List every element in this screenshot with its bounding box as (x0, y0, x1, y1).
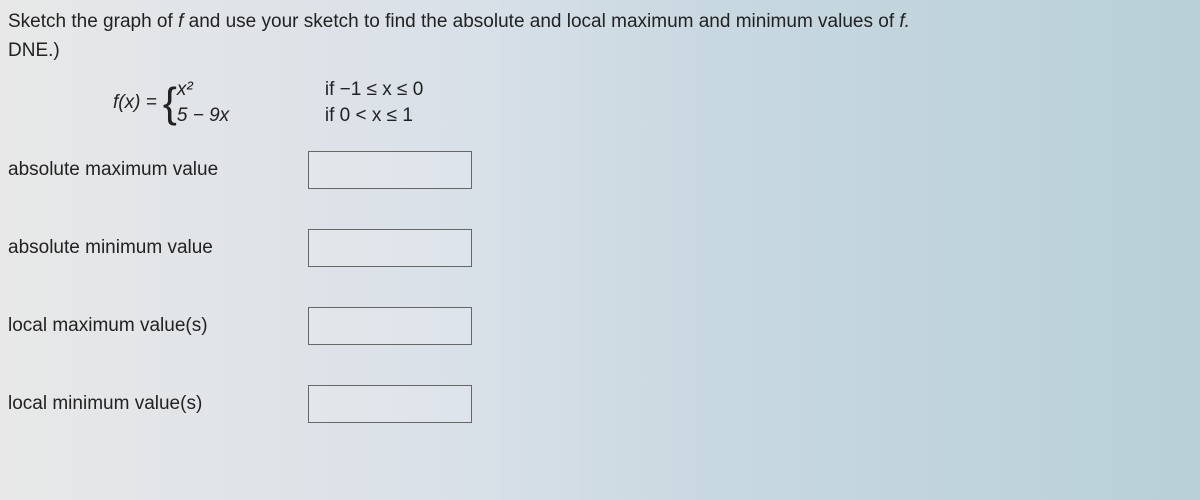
piecewise-row-2: 5 − 9x if 0 < x ≤ 1 (177, 105, 423, 127)
instruction-dne: DNE.) (8, 40, 60, 61)
answer-row-local-min: local minimum value(s) (8, 385, 1192, 423)
label-local-min: local minimum value(s) (8, 393, 308, 415)
label-local-max: local maximum value(s) (8, 315, 308, 337)
brace-icon: { (163, 82, 177, 124)
instruction-text-2: and use your sketch to find the absolute… (189, 11, 900, 32)
piece-cond-1: if −1 ≤ x ≤ 0 (325, 79, 423, 101)
instruction-fvar-2: f. (899, 11, 910, 32)
problem-instruction: Sketch the graph of f and use your sketc… (8, 8, 1192, 65)
answer-row-local-max: local maximum value(s) (8, 307, 1192, 345)
function-lhs: f(x) = (113, 92, 157, 114)
input-abs-max[interactable] (308, 151, 472, 189)
piece-cond-2: if 0 < x ≤ 1 (325, 105, 413, 127)
function-definition: f(x) = { x² if −1 ≤ x ≤ 0 5 − 9x if 0 < … (113, 79, 1192, 127)
piece-expr-2: 5 − 9x (177, 105, 277, 127)
piece-expr-1: x² (177, 79, 277, 101)
input-abs-min[interactable] (308, 229, 472, 267)
instruction-fvar-1: f (178, 11, 189, 32)
label-abs-min: absolute minimum value (8, 237, 308, 259)
piecewise-row-1: x² if −1 ≤ x ≤ 0 (177, 79, 423, 101)
input-local-min[interactable] (308, 385, 472, 423)
answer-row-abs-min: absolute minimum value (8, 229, 1192, 267)
instruction-text-1: Sketch the graph of (8, 11, 178, 32)
answer-row-abs-max: absolute maximum value (8, 151, 1192, 189)
label-abs-max: absolute maximum value (8, 159, 308, 181)
input-local-max[interactable] (308, 307, 472, 345)
